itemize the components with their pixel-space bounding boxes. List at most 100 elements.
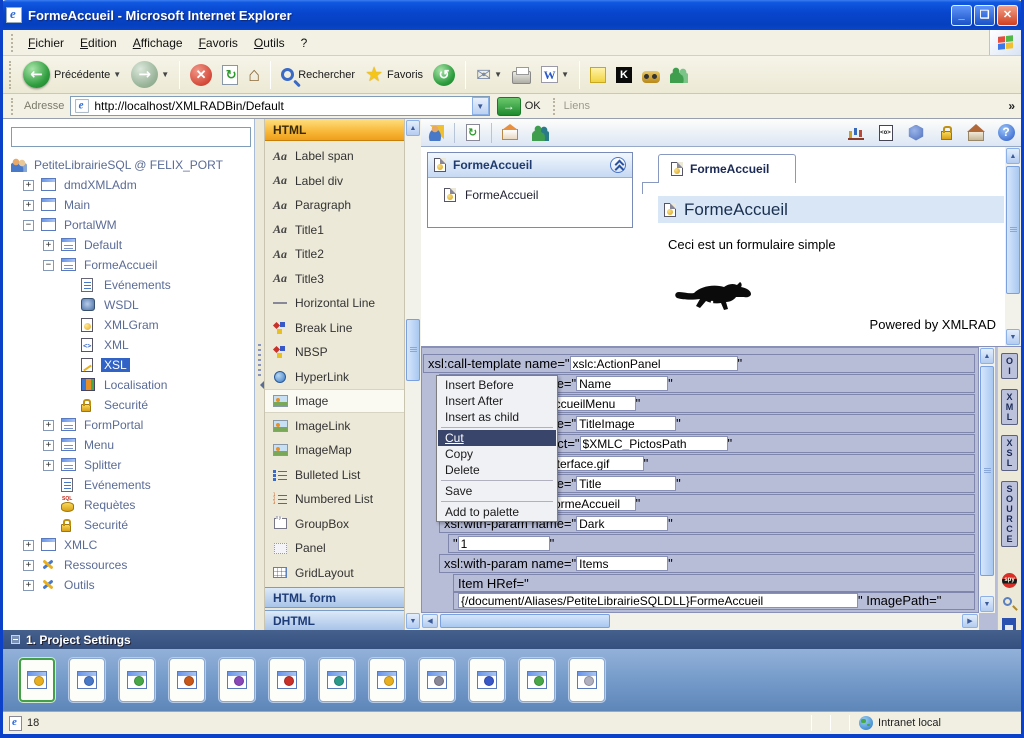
tree-item-xsl[interactable]: XSL bbox=[3, 357, 255, 375]
forms-panel-header[interactable]: FormeAccueil bbox=[428, 153, 632, 178]
xml-page-button[interactable] bbox=[876, 123, 896, 143]
refresh-button[interactable]: ↻ bbox=[217, 63, 243, 87]
tree-expander-icon[interactable]: − bbox=[23, 220, 34, 231]
k-tool-button[interactable]: K bbox=[611, 65, 637, 85]
palette-scrollbar[interactable]: ▲ ▼ bbox=[405, 119, 421, 630]
address-dropdown-button[interactable]: ▼ bbox=[472, 97, 489, 115]
xsl-row-input[interactable] bbox=[576, 376, 668, 391]
palette-item-break-line[interactable]: Break Line bbox=[265, 316, 405, 340]
tree-item-ev-nements[interactable]: Evénements bbox=[3, 277, 255, 295]
shortcut-publish-button[interactable] bbox=[519, 658, 555, 702]
tree-item-xmlgram[interactable]: XMLGram bbox=[3, 317, 255, 335]
preview-scroll-down-icon[interactable]: ▼ bbox=[1006, 329, 1020, 345]
mail-button[interactable]: ✉▼ bbox=[471, 63, 507, 87]
palette-item-groupbox[interactable]: GroupBox bbox=[265, 512, 405, 536]
shortcut-save-button[interactable] bbox=[469, 658, 505, 702]
tree-item-main[interactable]: +Main bbox=[3, 197, 255, 215]
palette-item-label-div[interactable]: AaLabel div bbox=[265, 169, 405, 193]
editor-hscroll-thumb[interactable] bbox=[440, 614, 610, 628]
preview-scrollbar[interactable]: ▲ ▼ bbox=[1005, 147, 1021, 346]
shortcut-form-image-button[interactable] bbox=[19, 658, 55, 702]
shortcut-validate-button[interactable] bbox=[269, 658, 305, 702]
tree-item-splitter[interactable]: +Splitter bbox=[3, 457, 255, 475]
toolbar-grip[interactable] bbox=[9, 61, 12, 89]
palette-item-title1[interactable]: AaTitle1 bbox=[265, 218, 405, 242]
tree-item-ev-nements[interactable]: Evénements bbox=[3, 477, 255, 495]
context-menu-save[interactable]: Save bbox=[438, 483, 556, 499]
maximize-button[interactable]: ❏ bbox=[974, 5, 995, 26]
xsl-row-input[interactable] bbox=[580, 436, 728, 451]
palette-item-gridlayout[interactable]: GridLayout bbox=[265, 561, 405, 585]
palette-item-image[interactable]: Image bbox=[265, 389, 405, 413]
menu-item-outils[interactable]: Outils bbox=[246, 33, 293, 53]
binoculars-button[interactable] bbox=[637, 64, 665, 85]
side-tab-xsl[interactable]: XSL bbox=[1001, 435, 1018, 471]
print-button[interactable] bbox=[507, 64, 536, 86]
xsl-row-input[interactable] bbox=[576, 416, 676, 431]
palette-item-horizontal-line[interactable]: Horizontal Line bbox=[265, 291, 405, 315]
tree-item-xmlc[interactable]: +XMLC bbox=[3, 537, 255, 555]
history-button[interactable]: ↺ bbox=[428, 62, 460, 88]
home-button[interactable] bbox=[966, 123, 986, 143]
palette-item-numbered-list[interactable]: Numbered List bbox=[265, 487, 405, 511]
tree-expander-icon[interactable]: + bbox=[43, 440, 54, 451]
shortcut-deploy-button[interactable] bbox=[319, 658, 355, 702]
palette-item-bulleted-list[interactable]: Bulleted List bbox=[265, 463, 405, 487]
hexagon-button[interactable] bbox=[906, 123, 926, 143]
menu-item-edition[interactable]: Edition bbox=[72, 33, 125, 53]
shortcut-form-list-button[interactable] bbox=[119, 658, 155, 702]
tree-item-formeaccueil[interactable]: −FormeAccueil bbox=[3, 257, 255, 275]
tree-item-requ-tes[interactable]: Requètes bbox=[3, 497, 255, 515]
forms-panel-item[interactable]: FormeAccueil bbox=[428, 178, 632, 202]
shortcut-hierarchy-button[interactable] bbox=[69, 658, 105, 702]
collapse-box-icon[interactable] bbox=[11, 635, 20, 644]
tree-expander-icon[interactable]: + bbox=[43, 240, 54, 251]
palette-item-imagelink[interactable]: ImageLink bbox=[265, 414, 405, 438]
tree-expander-icon[interactable]: + bbox=[23, 580, 34, 591]
close-button[interactable]: ✕ bbox=[997, 5, 1018, 26]
context-menu-insert-before[interactable]: Insert Before bbox=[438, 377, 556, 393]
tree-item-xml[interactable]: XML bbox=[3, 337, 255, 355]
spy-icon[interactable]: spy bbox=[1002, 573, 1017, 588]
forward-button[interactable]: →▼ bbox=[126, 59, 174, 90]
palette-section-dhtml[interactable]: DHTML bbox=[265, 610, 405, 630]
editor-scroll-left-icon[interactable]: ◀ bbox=[422, 614, 438, 628]
tree-item-wsdl[interactable]: WSDL bbox=[3, 297, 255, 315]
minimize-button[interactable]: _ bbox=[951, 5, 972, 26]
menu-item-favoris[interactable]: Favoris bbox=[191, 33, 246, 53]
go-button[interactable]: → bbox=[497, 97, 521, 116]
xsl-row-input[interactable] bbox=[576, 516, 668, 531]
tree-item-formportal[interactable]: +FormPortal bbox=[3, 417, 255, 435]
xsl-row-input[interactable] bbox=[544, 456, 644, 471]
palette-item-label-span[interactable]: AaLabel span bbox=[265, 144, 405, 168]
tree-filter-input[interactable] bbox=[11, 127, 251, 147]
zoom-icon[interactable] bbox=[1003, 597, 1012, 606]
shortcut-print-button[interactable] bbox=[419, 658, 455, 702]
tree-expander-icon[interactable]: − bbox=[43, 260, 54, 271]
palette-item-panel[interactable]: Panel bbox=[265, 536, 405, 560]
lock-button[interactable] bbox=[936, 123, 956, 143]
menu-item-fichier[interactable]: Fichier bbox=[20, 33, 72, 53]
project-settings-bar[interactable]: 1. Project Settings bbox=[3, 630, 1021, 649]
tree-item-portalwm[interactable]: −PortalWM bbox=[3, 217, 255, 235]
editor-scroll-right-icon[interactable]: ▶ bbox=[962, 614, 978, 628]
help-button[interactable]: ? bbox=[996, 123, 1016, 143]
messenger-button[interactable] bbox=[665, 65, 693, 85]
tree-item-securit[interactable]: Securité bbox=[3, 397, 255, 415]
tree-expander-icon[interactable]: + bbox=[23, 200, 34, 211]
shortcut-search-button[interactable] bbox=[569, 658, 605, 702]
stop-button[interactable]: ✕ bbox=[185, 62, 217, 88]
tree-expander-icon[interactable]: + bbox=[23, 180, 34, 191]
shortcut-design-tools-button[interactable] bbox=[169, 658, 205, 702]
palette-scroll-thumb[interactable] bbox=[406, 319, 420, 381]
xsl-row-input[interactable] bbox=[458, 593, 858, 608]
home-button[interactable]: ⌂ bbox=[243, 62, 265, 88]
context-menu-add-to-palette[interactable]: Add to palette bbox=[438, 504, 556, 520]
side-tab-xml[interactable]: XML bbox=[1001, 389, 1018, 425]
editor-scrollbar[interactable]: ▲ ▼ bbox=[979, 347, 995, 613]
stats-button[interactable] bbox=[846, 123, 866, 143]
side-tab-oi[interactable]: OI bbox=[1001, 353, 1018, 379]
shortcut-security-button[interactable] bbox=[369, 658, 405, 702]
xsl-row-input[interactable] bbox=[576, 476, 676, 491]
context-menu-copy[interactable]: Copy bbox=[438, 446, 556, 462]
